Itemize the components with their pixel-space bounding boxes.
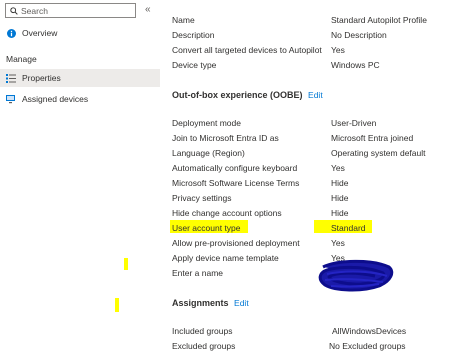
property-value: Operating system default — [331, 148, 426, 158]
info-icon — [6, 28, 16, 38]
property-row-convert-devices: Convert all targeted devices to Autopilo… — [172, 45, 450, 57]
highlight-mark — [115, 298, 119, 312]
redaction-scribble — [318, 259, 394, 292]
properties-panel: Name Standard Autopilot Profile Descript… — [170, 0, 450, 354]
property-label: Apply device name template — [172, 253, 279, 263]
assignments-edit-link[interactable]: Edit — [234, 298, 249, 308]
property-label: Deployment mode — [172, 118, 241, 128]
search-input[interactable] — [21, 5, 121, 16]
property-row-privacy: Privacy settings Hide — [172, 193, 450, 205]
property-row-enter-name: Enter a name — [172, 268, 450, 280]
property-value: Standard Autopilot Profile — [331, 15, 427, 25]
property-label: Automatically configure keyboard — [172, 163, 298, 173]
manage-section-label: Manage — [6, 54, 37, 64]
search-box[interactable] — [5, 3, 136, 18]
property-value: Hide — [331, 208, 349, 218]
property-label: Convert all targeted devices to Autopilo… — [172, 45, 322, 55]
section-title: Assignments — [172, 298, 229, 308]
property-label: Included groups — [172, 326, 233, 336]
collapse-sidebar-icon[interactable]: « — [145, 4, 151, 15]
property-value: No Excluded groups — [329, 341, 406, 351]
oobe-edit-link[interactable]: Edit — [308, 90, 323, 100]
property-row-join-entra: Join to Microsoft Entra ID as Microsoft … — [172, 133, 450, 145]
property-row-deployment-mode: Deployment mode User-Driven — [172, 118, 450, 130]
section-title: Out-of-box experience (OOBE) — [172, 90, 303, 100]
property-value: User-Driven — [331, 118, 377, 128]
property-row-pre-provisioned: Allow pre-provisioned deployment Yes — [172, 238, 450, 250]
sidebar: « Overview Manage Properties — [0, 0, 160, 354]
property-row-description: Description No Description — [172, 30, 450, 42]
oobe-section-heading: Out-of-box experience (OOBE) Edit — [172, 90, 323, 100]
property-row-name-template: Apply device name template Yes — [172, 253, 450, 265]
property-row-change-account: Hide change account options Hide — [172, 208, 450, 220]
devices-icon — [6, 94, 16, 104]
property-label: Excluded groups — [172, 341, 236, 351]
property-row-user-account-type: User account type Standard — [172, 223, 450, 235]
property-row-device-type: Device type Windows PC — [172, 60, 450, 72]
property-label: Allow pre-provisioned deployment — [172, 238, 300, 248]
search-icon — [10, 6, 18, 15]
property-value: Hide — [331, 178, 349, 188]
highlight-mark — [124, 258, 128, 270]
sidebar-item-label: Assigned devices — [22, 94, 89, 104]
property-value: Hide — [331, 193, 349, 203]
property-value: No Description — [331, 30, 387, 40]
sidebar-item-assigned-devices[interactable]: Assigned devices — [0, 90, 160, 108]
property-label: Privacy settings — [172, 193, 232, 203]
property-value: AllWindowsDevices — [332, 326, 407, 336]
property-label: Join to Microsoft Entra ID as — [172, 133, 279, 143]
property-label: Device type — [172, 60, 217, 70]
property-label: Microsoft Software License Terms — [172, 178, 300, 188]
property-row-excluded-groups: Excluded groups No Excluded groups — [172, 341, 450, 353]
property-value: Yes — [331, 45, 345, 55]
property-label: User account type — [172, 223, 241, 233]
assignments-section-heading: Assignments Edit — [172, 298, 249, 308]
sidebar-item-label: Properties — [22, 73, 61, 83]
property-row-license-terms: Microsoft Software License Terms Hide — [172, 178, 450, 190]
sidebar-item-overview[interactable]: Overview — [0, 24, 160, 42]
property-row-keyboard: Automatically configure keyboard Yes — [172, 163, 450, 175]
property-label: Description — [172, 30, 215, 40]
property-label: Enter a name — [172, 268, 224, 278]
property-row-language: Language (Region) Operating system defau… — [172, 148, 450, 160]
property-label: Hide change account options — [172, 208, 282, 218]
property-value: Standard — [331, 223, 366, 233]
property-value: Microsoft Entra joined — [331, 133, 414, 143]
property-label: Language (Region) — [172, 148, 245, 158]
property-value: Windows PC — [331, 60, 380, 70]
property-row-included-groups: Included groups AllWindowsDevices — [172, 326, 450, 338]
property-row-name: Name Standard Autopilot Profile — [172, 15, 450, 27]
sidebar-item-properties[interactable]: Properties — [0, 69, 160, 87]
property-value: Yes — [331, 163, 345, 173]
property-label: Name — [172, 15, 195, 25]
sidebar-item-label: Overview — [22, 28, 58, 38]
property-value: Yes — [331, 238, 345, 248]
properties-icon — [6, 73, 16, 83]
